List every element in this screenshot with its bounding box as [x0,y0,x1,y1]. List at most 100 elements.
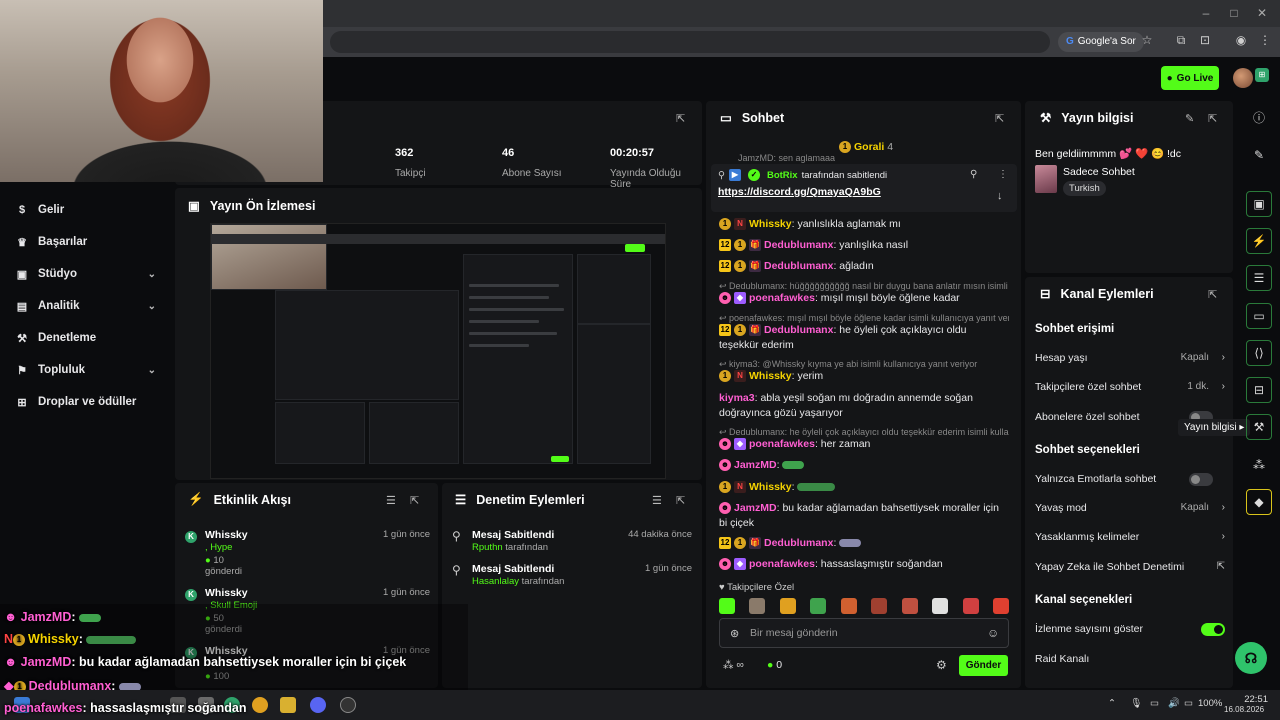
info-icon[interactable]: ⓘ [1246,104,1272,130]
slow-mode-row[interactable]: Yavaş mod Kapalı › [1035,502,1225,514]
address-bar[interactable] [330,31,1050,53]
emote-icon[interactable] [901,598,918,614]
translate-icon[interactable]: ⧉ [1172,33,1190,48]
emote-icon[interactable] [962,598,979,614]
emote-icon[interactable] [719,598,735,614]
code-icon[interactable]: ⟨⟩ [1246,340,1272,366]
mic-icon[interactable]: 🎙 [1130,698,1142,709]
tray-chevron-icon[interactable]: ⌃ [1108,698,1116,709]
arrow-down-icon[interactable]: ↓ [997,190,1003,202]
emote-icon[interactable] [992,598,1009,614]
sidebar-item-achievements[interactable]: ♛ Başarılar [16,232,156,252]
emote-icon[interactable] [932,598,949,614]
sidebar-item-revenue[interactable]: $ Gelir [16,200,156,220]
bolt-icon[interactable]: ⚡ [1246,228,1272,254]
mod-by: Rputhn [472,542,503,553]
stream-preview[interactable] [210,223,666,479]
unpin-icon[interactable]: ⚲ [970,169,977,180]
chat-user[interactable]: JamzMD [734,459,777,471]
chat-user[interactable]: Dedublumanx [764,537,833,549]
folder-icon[interactable] [280,697,296,713]
chat-user[interactable]: kiyma3 [719,392,755,404]
obs-icon[interactable] [340,697,356,713]
edit-icon[interactable]: ✎ [1185,112,1194,125]
filter-icon[interactable]: ☰ [386,494,396,507]
emote-only-toggle[interactable] [1189,473,1213,486]
feed-time: 44 dakika önce [628,529,692,540]
extensions-icon[interactable]: ⊡ [1196,33,1214,47]
show-viewers-toggle[interactable] [1201,623,1225,636]
emote-icon[interactable] [779,598,796,614]
volume-icon[interactable]: 🔊 [1168,698,1180,709]
star-icon[interactable]: ☆ [1138,33,1156,47]
chat-message: 1 N Whissky: yerim [719,369,1009,384]
network-icon[interactable]: ▭ [1150,698,1159,709]
emoji-icon[interactable]: ☺ [987,626,999,640]
ai-moderation-row[interactable]: Yapay Zeka ile Sohbet Denetimi ⇱ [1035,561,1225,573]
preview-toggle-icon[interactable]: ▣ [1246,191,1272,217]
filter-icon[interactable]: ☰ [652,494,662,507]
sidebar-item-community[interactable]: ⚑ Topluluk ⌄ [16,360,156,380]
close-icon[interactable]: ✕ [1252,6,1272,20]
chat-user[interactable]: Dedublumanx [764,260,833,272]
emote-icon[interactable] [749,598,766,614]
more-icon[interactable]: ⋮ [998,169,1008,180]
kicks-balance[interactable]: ● 0 [767,659,782,671]
popout-icon[interactable]: ⇱ [410,494,419,507]
popout-icon[interactable]: ⇱ [676,494,685,507]
account-age-row[interactable]: Hesap yaşı Kapalı › [1035,352,1225,364]
menu-icon[interactable]: ⋮ [1256,33,1274,47]
sidebar-item-drops[interactable]: ⊞ Droplar ve ödüller [16,392,156,412]
pencil-icon[interactable]: ✎ [1246,142,1272,168]
maximize-icon[interactable]: □ [1224,6,1244,20]
pinned-link[interactable]: https://discord.gg/QmayaQA9bG [718,186,881,198]
battery-icon[interactable]: ▭ [1184,698,1193,709]
chat-user[interactable]: JamzMD [734,502,777,514]
chat-icon[interactable]: ▭ [1246,303,1272,329]
show-viewers-row[interactable]: İzlenme sayısını göster [1035,623,1225,636]
chat-user[interactable]: poenafawkes [749,558,815,570]
emote-icon[interactable] [871,598,888,614]
pinned-suffix: tarafından sabitlendi [801,169,888,181]
minimize-icon[interactable]: – [1196,6,1216,20]
chrome-icon[interactable] [252,697,268,713]
popout-icon[interactable]: ⇱ [676,112,685,125]
popout-icon[interactable]: ⇱ [995,112,1004,125]
gear-icon[interactable]: ⚙ [936,658,947,672]
chat-user[interactable]: Whissky [749,481,792,493]
emote-icon[interactable] [840,598,857,614]
chat-user[interactable]: poenafawkes [749,292,815,304]
actions-icon[interactable]: ⊟ [1246,377,1272,403]
sidebar-item-studio[interactable]: ▣ Stüdyo ⌄ [16,264,156,284]
category-name[interactable]: Sadece Sohbet [1063,166,1135,178]
chat-user[interactable]: Whissky [749,370,792,382]
chat-settings-icon[interactable]: ⊛ [730,627,739,640]
chat-user[interactable]: Dedublumanx [764,324,833,336]
chat-text: : [833,537,837,549]
points-icon[interactable]: ⁂ [1246,452,1272,478]
followers-chat-row[interactable]: Takipçilere özel sohbet 1 dk. › [1035,381,1225,393]
banned-words-row[interactable]: Yasaklanmış kelimeler › [1035,531,1225,543]
discord-icon[interactable] [310,697,326,713]
avatar[interactable] [1233,68,1253,88]
diamond-icon[interactable]: ◆ [1246,489,1272,515]
wrench-icon[interactable]: ⚒ [1246,414,1272,440]
google-ask-button[interactable]: G Google'a Sor [1058,32,1144,52]
channel-points-icon[interactable]: ⁂ ∞ [723,659,744,671]
sidebar-item-moderation[interactable]: ⚒ Denetleme [16,328,156,348]
overlay-text: : [78,632,83,646]
list-icon[interactable]: ☰ [1246,265,1272,291]
popout-icon[interactable]: ⇱ [1208,288,1217,301]
emote-only-row[interactable]: Yalnızca Emotlarla sohbet [1035,473,1225,486]
chat-user[interactable]: Whissky [749,218,792,230]
chat-user[interactable]: poenafawkes [749,438,815,450]
popout-icon[interactable]: ⇱ [1208,112,1217,125]
sidebar-item-analytics[interactable]: ▤ Analitik ⌄ [16,296,156,316]
raid-row[interactable]: Raid Kanalı [1035,653,1225,665]
emote-icon[interactable] [810,598,827,614]
help-button[interactable]: ☊ [1235,642,1267,674]
chat-user[interactable]: Dedublumanx [764,239,833,251]
go-live-button[interactable]: ● Go Live [1161,66,1219,90]
profile-icon[interactable]: ◉ [1232,33,1250,47]
send-button[interactable]: Gönder [959,655,1008,676]
